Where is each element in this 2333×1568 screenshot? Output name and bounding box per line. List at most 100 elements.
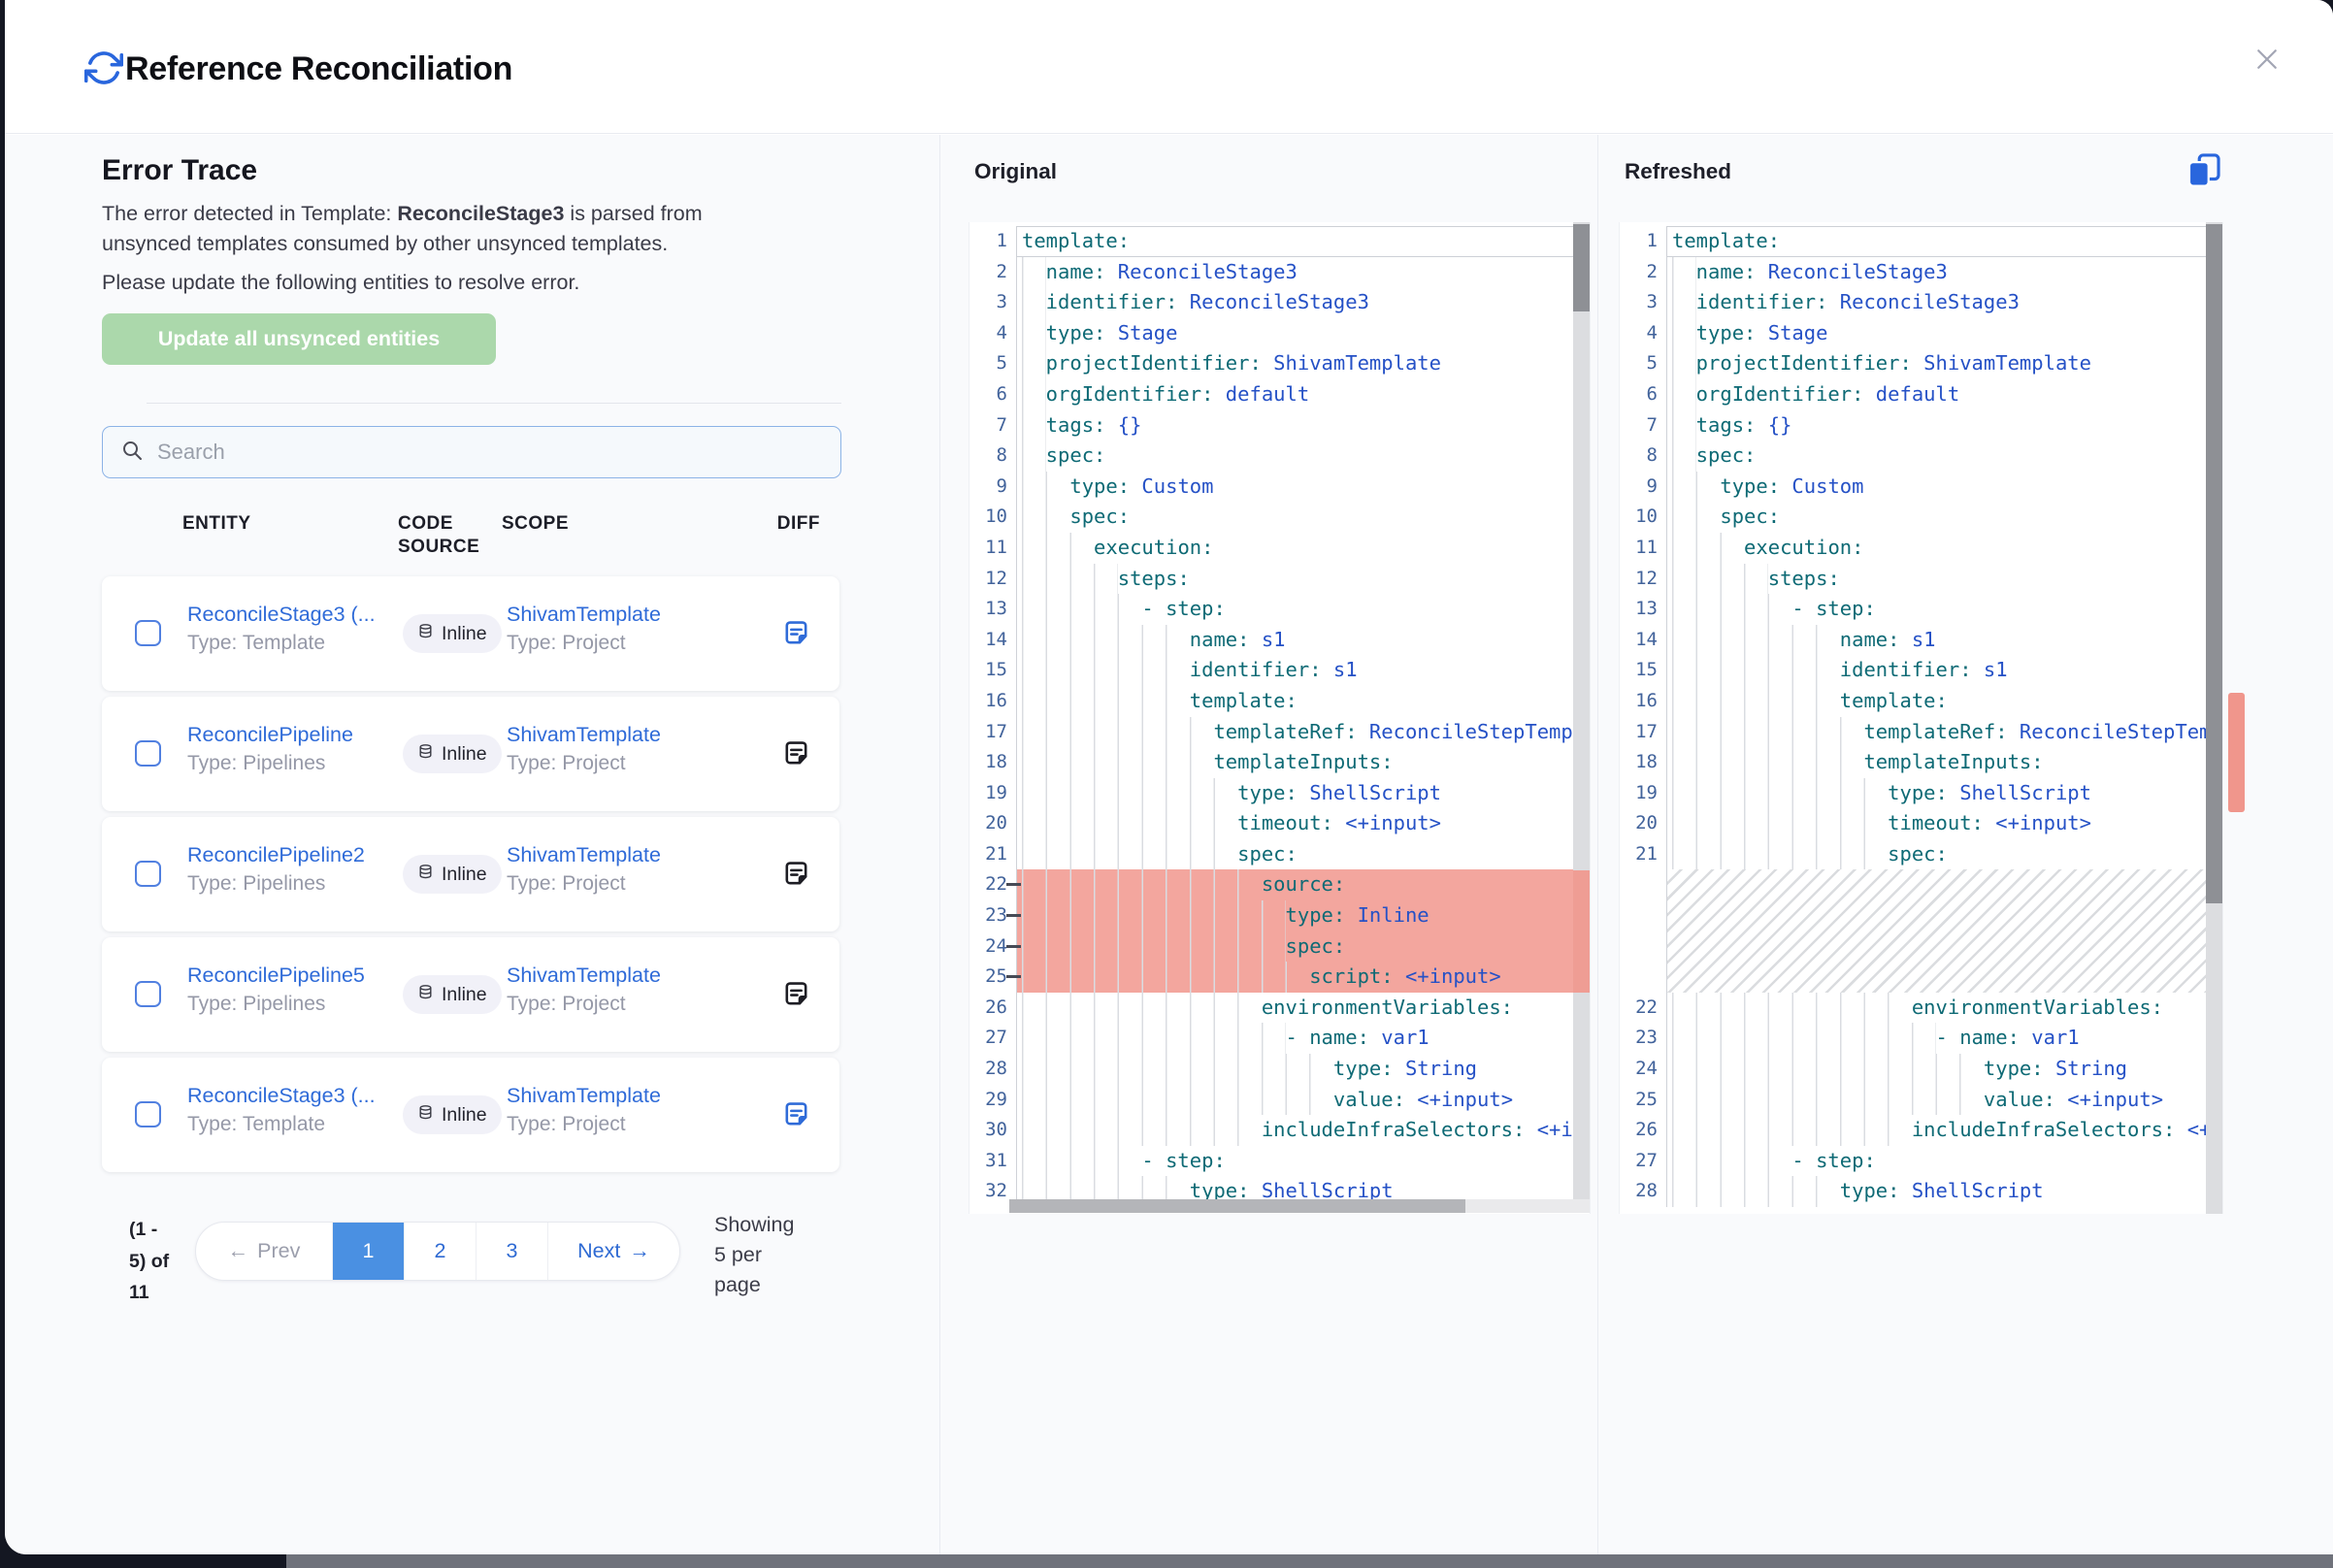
pagination-range-line: 5) of [129, 1246, 169, 1278]
error-description: The error detected in Template: Reconcil… [102, 199, 781, 258]
code-line: - step: [1016, 1146, 1590, 1177]
code-row: 15identifier: s1 [969, 655, 1590, 686]
reference-reconciliation-modal: Reference Reconciliation Error Trace The… [5, 0, 2333, 1554]
pagination-range-line: (1 - [129, 1214, 169, 1246]
refreshed-vertical-scrollbar[interactable] [2206, 222, 2222, 1214]
scope-link[interactable]: ShivamTemplate [507, 1084, 661, 1107]
scope-type: Type: Project [507, 872, 754, 896]
pagination-prev-button[interactable]: ←Prev [196, 1223, 332, 1280]
original-vertical-scrollbar-thumb[interactable] [1573, 224, 1590, 311]
code-line: spec: [1016, 441, 1590, 472]
code-line: type: String [1666, 1054, 2222, 1085]
code-line: spec: [1666, 839, 2222, 870]
code-line: template: [1016, 686, 1590, 717]
original-horizontal-scrollbar[interactable] [1009, 1199, 1590, 1213]
code-row: 3identifier: ReconcileStage3 [1620, 287, 2222, 318]
pagination-next-button[interactable]: Next → [547, 1223, 679, 1280]
code-row: 25script: <+input> [969, 962, 1590, 993]
scope-link[interactable]: ShivamTemplate [507, 603, 661, 626]
entity-link[interactable]: ReconcilePipeline2 [187, 843, 365, 866]
row-checkbox[interactable] [135, 1101, 161, 1127]
page-horizontal-scrollbar-thumb[interactable] [286, 1554, 2333, 1568]
close-icon[interactable] [2246, 39, 2288, 82]
entity-table: ReconcileStage3 (... Type: Template Inli… [102, 576, 839, 1178]
file-note-icon[interactable] [781, 859, 812, 890]
code-row: 6orgIdentifier: default [969, 379, 1590, 410]
entity-type: Type: Template [187, 1113, 396, 1136]
code-line: name: ReconcileStage3 [1016, 257, 1590, 288]
code-line: value: <+input> [1016, 1085, 1590, 1116]
reconcile-refresh-icon [84, 49, 123, 87]
inline-db-icon [417, 623, 434, 645]
refreshed-vertical-scrollbar-thumb[interactable] [2206, 224, 2222, 903]
removed-lines-marker [1573, 870, 1590, 993]
code-source-label: Inline [442, 1104, 487, 1127]
arrow-right-icon: → [629, 1239, 650, 1263]
scope-link[interactable]: ShivamTemplate [507, 723, 661, 746]
code-line: tags: {} [1016, 410, 1590, 441]
scope-cell: ShivamTemplate Type: Project [507, 843, 754, 896]
line-number: 20 [1620, 808, 1666, 839]
original-horizontal-scrollbar-thumb[interactable] [1009, 1199, 1465, 1213]
copy-icon[interactable] [2182, 148, 2226, 193]
code-row: 27- name: var1 [969, 1023, 1590, 1054]
entity-cell: ReconcileStage3 (... Type: Template [187, 603, 396, 655]
line-number: 24 [1620, 1054, 1666, 1085]
removed-line-tick [1006, 914, 1021, 917]
entity-link[interactable]: ReconcilePipeline5 [187, 964, 365, 987]
line-number: 20 [969, 808, 1016, 839]
search-box[interactable] [102, 426, 841, 478]
original-vertical-scrollbar[interactable] [1573, 222, 1590, 1199]
code-source-label: Inline [442, 743, 487, 766]
code-line: spec: [1016, 931, 1590, 963]
pagination-page-2[interactable]: 2 [404, 1223, 476, 1280]
line-number: 24 [969, 931, 1016, 963]
line-number: 25 [1620, 1085, 1666, 1116]
code-line: type: Inline [1016, 900, 1590, 931]
pagination-page-3[interactable]: 3 [476, 1223, 547, 1280]
entity-link[interactable]: ReconcilePipeline [187, 723, 353, 746]
code-line: orgIdentifier: default [1666, 379, 2222, 410]
page-size-line: page [714, 1270, 831, 1300]
column-divider [939, 135, 940, 1554]
code-line: - name: var1 [1016, 1023, 1590, 1054]
line-number: 21 [969, 839, 1016, 870]
refreshed-code-panel: 1template:2name: ReconcileStage33identif… [1619, 222, 2223, 1214]
line-number: 9 [969, 472, 1016, 503]
code-line: template: [1666, 226, 2222, 257]
row-checkbox[interactable] [135, 740, 161, 767]
file-note-icon[interactable] [781, 979, 812, 1010]
inline-db-icon [417, 1104, 434, 1127]
line-number: 15 [969, 655, 1016, 686]
line-number: 22 [969, 869, 1016, 900]
code-row: 13- step: [969, 594, 1590, 625]
code-source-badge: Inline [403, 855, 502, 894]
line-number: 9 [1620, 472, 1666, 503]
code-line: name: s1 [1666, 625, 2222, 656]
code-line: type: Custom [1016, 472, 1590, 503]
search-input[interactable] [157, 440, 823, 465]
next-label: Next [577, 1239, 620, 1263]
code-row: 23- name: var1 [1620, 1023, 2222, 1054]
code-source-badge: Inline [403, 614, 502, 653]
code-line: name: ReconcileStage3 [1666, 257, 2222, 288]
entity-link[interactable]: ReconcileStage3 (... [187, 1084, 376, 1107]
line-number: 4 [1620, 318, 1666, 349]
scope-link[interactable]: ShivamTemplate [507, 843, 661, 866]
code-row: 22environmentVariables: [1620, 993, 2222, 1024]
code-row: 7tags: {} [1620, 410, 2222, 441]
file-note-icon[interactable] [781, 738, 812, 769]
row-checkbox[interactable] [135, 981, 161, 1007]
row-checkbox[interactable] [135, 620, 161, 646]
file-note-icon[interactable] [781, 618, 812, 649]
code-line: template: [1666, 686, 2222, 717]
file-note-icon[interactable] [781, 1099, 812, 1130]
entity-link[interactable]: ReconcileStage3 (... [187, 603, 376, 626]
scope-link[interactable]: ShivamTemplate [507, 964, 661, 987]
pagination-page-1[interactable]: 1 [332, 1223, 404, 1280]
row-checkbox[interactable] [135, 861, 161, 887]
code-row: 24type: String [1620, 1054, 2222, 1085]
diff-overview-marker [2228, 693, 2245, 812]
update-all-button[interactable]: Update all unsynced entities [102, 313, 496, 365]
code-row: 4type: Stage [969, 318, 1590, 349]
